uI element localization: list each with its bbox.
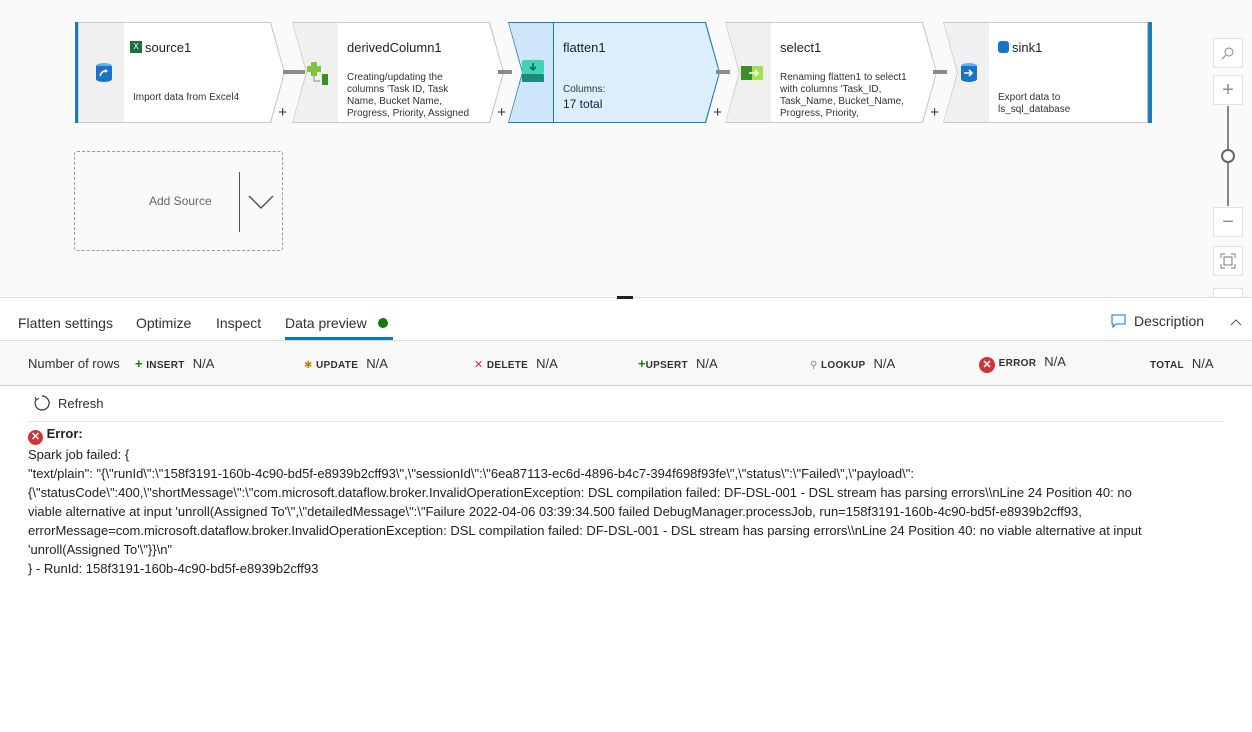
collapse-chevron-icon[interactable]	[1230, 318, 1242, 326]
refresh-icon	[34, 395, 50, 411]
tab-flatten-settings[interactable]: Flatten settings	[18, 315, 113, 331]
select-icon	[741, 66, 763, 80]
stream-end-bar	[1148, 22, 1152, 123]
error-line: errorMessage=com.microsoft.dataflow.brok…	[28, 523, 1142, 538]
node-title: derivedColumn1	[347, 40, 442, 55]
row-stats-bar: Number of rows + INSERT N/A ✱ UPDATE N/A ✕…	[0, 340, 1252, 386]
stat-lookup: ⚲ LOOKUP N/A	[810, 356, 896, 371]
description-button[interactable]: Description	[1111, 313, 1204, 329]
insert-icon: +	[135, 356, 143, 371]
node-title: sink1	[1012, 40, 1043, 55]
node-flatten1[interactable]: flatten1 Columns: 17 total +	[508, 22, 722, 123]
derived-column-icon	[307, 62, 328, 85]
fit-to-screen-button[interactable]	[1213, 246, 1243, 276]
add-transform-button[interactable]: +	[930, 104, 939, 121]
zoom-out-button[interactable]: −	[1213, 207, 1243, 237]
status-dot	[378, 318, 388, 328]
error-line: } - RunId: 158f3191-160b-4c90-bd5f-e8939…	[28, 561, 319, 576]
flatten-icon	[522, 60, 544, 82]
delete-icon: ✕	[474, 359, 484, 371]
stat-delete: ✕ DELETE N/A	[474, 356, 558, 371]
stat-upsert: +UPSERT N/A	[638, 356, 718, 371]
upsert-icon: +	[638, 356, 646, 371]
more-controls-button[interactable]	[1213, 288, 1243, 297]
lookup-icon: ⚲	[810, 360, 818, 371]
node-description: Renaming flatten1 to select1 with column…	[780, 72, 907, 118]
bottom-panel: Flatten settings Optimize Inspect Data p…	[0, 296, 1252, 732]
tab-optimize[interactable]: Optimize	[136, 315, 191, 331]
chevron-down-icon	[248, 195, 274, 210]
add-transform-button[interactable]: +	[497, 104, 506, 121]
stat-insert: + INSERT N/A	[135, 356, 215, 371]
error-line: "text/plain": "{\"runId\":\"158f3191-160…	[28, 466, 914, 481]
source-db-icon	[96, 63, 112, 82]
error-line: 'unroll(Assigned To'\"}}\n"	[28, 542, 173, 557]
node-title: select1	[780, 40, 822, 55]
search-icon	[1221, 47, 1234, 60]
fit-icon	[1220, 253, 1236, 269]
description-label: Description	[1134, 313, 1205, 329]
error-line: {\"statusCode\":400,\"shortMessage\":\"c…	[28, 485, 1132, 500]
stat-error: ✕ ERROR N/A	[979, 354, 1066, 373]
stat-update: ✱ UPDATE N/A	[304, 356, 388, 371]
sql-icon	[998, 41, 1009, 53]
node-description: Creating/updating the columns 'Task ID, …	[347, 72, 470, 118]
add-transform-button[interactable]: +	[713, 104, 722, 121]
error-line: viable alternative at input 'unroll(Assi…	[28, 504, 1082, 519]
error-icon: ✕	[979, 356, 995, 373]
node-description: Import data from Excel4	[133, 92, 240, 103]
tab-inspect[interactable]: Inspect	[216, 315, 261, 331]
dataflow-canvas[interactable]: X source1 Import data from Excel4 + deri…	[0, 0, 1252, 297]
refresh-label: Refresh	[58, 395, 104, 411]
node-title: source1	[145, 40, 192, 55]
node-title: flatten1	[563, 40, 606, 55]
error-title: Error:	[46, 426, 83, 441]
stat-total: TOTAL N/A	[1150, 356, 1214, 371]
error-line: Spark job failed: {	[28, 447, 130, 462]
error-message: ✕ Error: Spark job failed: { "text/plain…	[28, 421, 1224, 578]
add-source-label: Add Source	[149, 194, 212, 208]
node-derivedColumn1[interactable]: derivedColumn1 Creating/updating the col…	[292, 22, 506, 123]
zoom-slider-handle[interactable]	[1221, 149, 1235, 163]
node-select1[interactable]: select1 Renaming flatten1 to select1 wit…	[725, 22, 939, 123]
search-button[interactable]	[1213, 38, 1243, 68]
panel-resize-handle[interactable]	[617, 296, 633, 299]
tab-data-preview[interactable]: Data preview	[285, 315, 367, 331]
sink-db-icon	[961, 63, 977, 82]
error-icon: ✕	[28, 430, 43, 445]
node-description: Export data to ls_sql_database	[998, 92, 1071, 115]
row-count-label: Number of rows	[28, 356, 120, 371]
refresh-button[interactable]: Refresh	[34, 395, 104, 411]
add-source-button[interactable]: Add Source	[74, 151, 283, 251]
node-source1[interactable]: X source1 Import data from Excel4 +	[78, 22, 287, 123]
zoom-in-button[interactable]: +	[1213, 75, 1243, 105]
node-sink1[interactable]: sink1 Export data to ls_sql_database	[943, 22, 1148, 123]
add-transform-button[interactable]: +	[278, 104, 287, 121]
update-icon: ✱	[304, 360, 313, 371]
excel-icon: X	[130, 41, 142, 53]
comment-icon	[1111, 314, 1126, 328]
columns-count: 17 total	[563, 97, 603, 111]
